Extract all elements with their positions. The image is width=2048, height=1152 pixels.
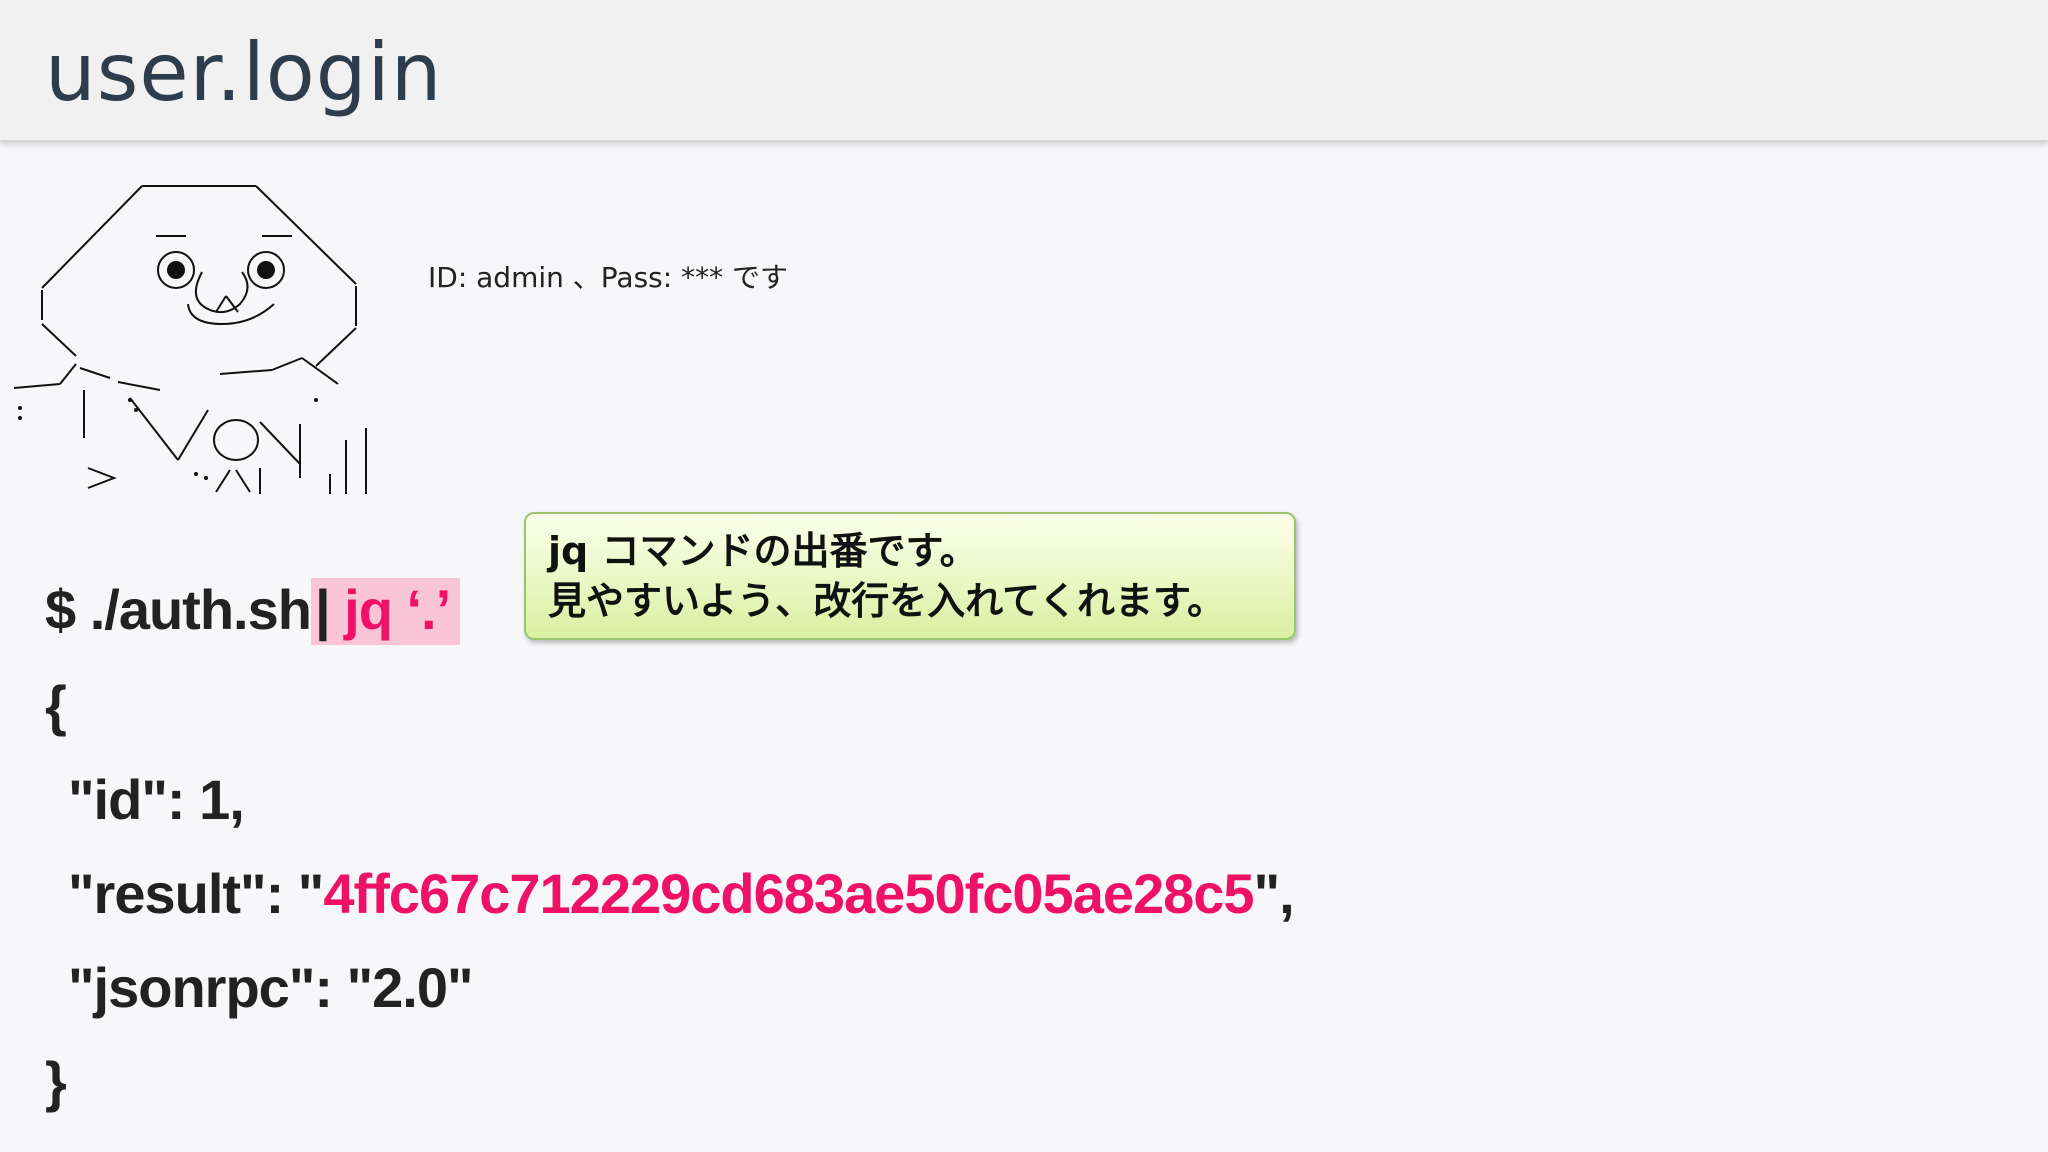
json-jsonrpc-value: "2.0" <box>346 956 474 1019</box>
command-prompt: $ ./auth.sh <box>45 578 312 641</box>
jq-highlight: | jq ‘.’ <box>310 578 461 645</box>
json-id-key: "id": <box>68 768 200 831</box>
callout-line-2: 見やすいよう、改行を入れてくれます。 <box>548 579 1226 623</box>
aa-caption: ID: admin 、Pass: *** です <box>428 261 788 294</box>
callout-note: jq コマンドの出番です。 見やすいよう、改行を入れてくれます。 <box>524 512 1296 640</box>
slide-header: user.login <box>0 0 2048 141</box>
pipe-symbol: | <box>314 578 331 641</box>
json-close-brace: } <box>45 1050 67 1113</box>
json-result-line: "result": "4ffc67c712229cd683ae50fc05ae2… <box>68 862 1295 926</box>
jq-command: jq ‘.’ <box>329 578 451 641</box>
command-line: $ ./auth.sh| jq ‘.’ <box>45 578 461 645</box>
ascii-art-character-icon <box>13 185 367 494</box>
slide-title: user.login <box>45 26 443 119</box>
json-result-end: ", <box>1253 862 1295 925</box>
json-result-key: "result": " <box>68 862 324 925</box>
json-jsonrpc-key: "jsonrpc": <box>68 956 347 1019</box>
callout-line-1: jq コマンドの出番です。 <box>548 529 978 573</box>
json-jsonrpc-line: "jsonrpc": "2.0" <box>68 956 474 1020</box>
json-result-value: 4ffc67c712229cd683ae50fc05ae28c5 <box>323 862 1254 925</box>
json-id-value: 1, <box>199 768 245 831</box>
json-id-line: "id": 1, <box>68 768 245 832</box>
json-open-brace: { <box>45 674 67 737</box>
